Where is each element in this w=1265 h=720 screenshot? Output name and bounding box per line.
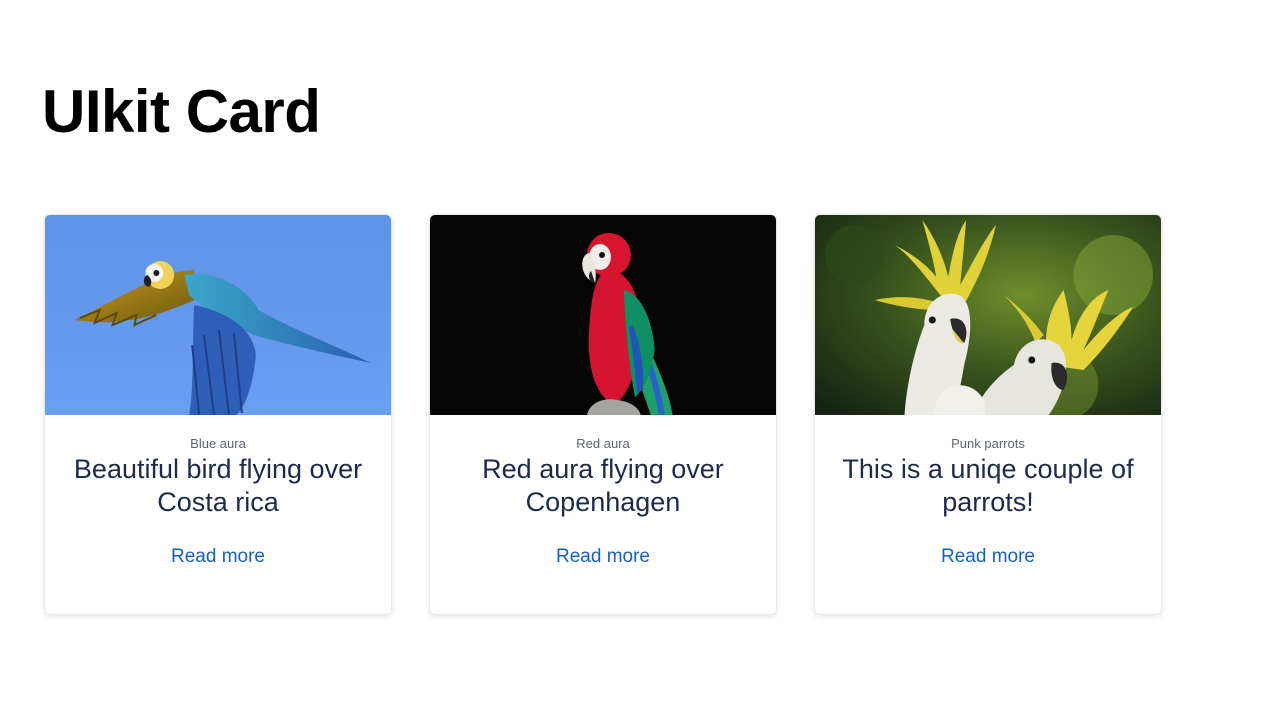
card-meta: Punk parrots: [951, 436, 1025, 451]
red-macaw-perched-image: [430, 215, 776, 415]
card-punk-parrots: Punk parrots This is a uniqe couple of p…: [814, 214, 1162, 615]
card-red-aura: Red aura Red aura flying over Copenhagen…: [429, 214, 777, 615]
blue-macaw-flying-image: [45, 215, 391, 415]
card-title: Red aura flying over Copenhagen: [482, 454, 724, 517]
card-blue-aura: Blue aura Beautiful bird flying over Cos…: [44, 214, 392, 615]
card-meta: Blue aura: [190, 436, 246, 451]
page: UIkit Card Blue aura Beautiful bird flyi…: [0, 0, 1265, 720]
card-meta: Red aura: [576, 436, 630, 451]
page-title: UIkit Card: [42, 78, 321, 145]
read-more-link[interactable]: Read more: [815, 545, 1161, 569]
read-more-link[interactable]: Read more: [430, 545, 776, 569]
card-title: This is a uniqe couple of parrots!: [842, 454, 1134, 517]
read-more-link[interactable]: Read more: [45, 545, 391, 569]
card-title: Beautiful bird flying over Costa rica: [73, 454, 363, 517]
cockatoo-couple-image: [815, 215, 1161, 415]
